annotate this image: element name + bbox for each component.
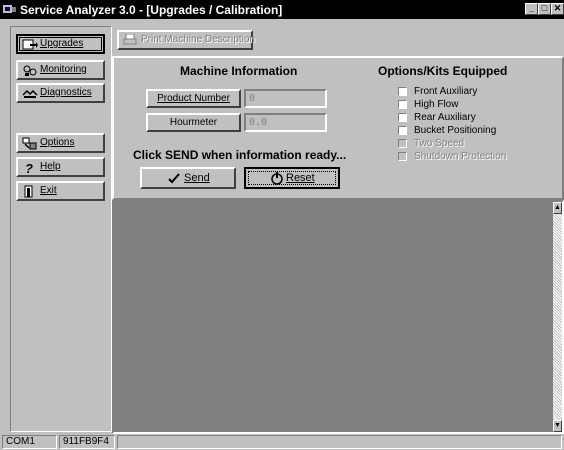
checkmark-icon <box>168 173 180 184</box>
exit-label: Exit <box>40 185 57 196</box>
diagnostics-label: Diagnostics <box>40 87 92 98</box>
upgrade-icon <box>22 39 38 50</box>
checkbox-label: Rear Auxiliary <box>414 112 476 123</box>
status-bar: COM1 911FB9F4 <box>0 434 564 450</box>
hourmeter-button[interactable]: Hourmeter <box>146 113 241 132</box>
checkbox-label: High Flow <box>414 99 459 110</box>
checkbox-box <box>398 152 407 161</box>
exit-icon <box>24 185 33 198</box>
options-icon <box>22 137 37 150</box>
upgrades-button[interactable]: Upgrades <box>16 34 105 54</box>
window-title: Service Analyzer 3.0 - [Upgrades / Calib… <box>20 3 283 17</box>
status-id: 911FB9F4 <box>59 435 115 449</box>
reset-button[interactable]: Reset <box>244 167 340 189</box>
options-button[interactable]: Options <box>16 133 105 153</box>
status-message <box>117 435 562 449</box>
send-label: Send <box>184 172 210 184</box>
checkbox-box <box>398 126 407 135</box>
product-number-button[interactable]: Product Number <box>146 89 241 108</box>
options-kits-heading: Options/Kits Equipped <box>378 64 508 78</box>
close-button[interactable]: ✕ <box>551 3 564 15</box>
hourmeter-field[interactable]: 0.0 <box>244 113 327 132</box>
diagnostics-button[interactable]: Diagnostics <box>16 83 105 103</box>
checkbox-label: Front Auxiliary <box>414 86 478 97</box>
svg-text:?: ? <box>25 161 33 174</box>
checkbox-box <box>398 139 407 148</box>
help-label: Help <box>40 161 61 172</box>
reset-label: Reset <box>286 172 315 184</box>
hourmeter-label: Hourmeter <box>169 117 218 128</box>
diagnostic-icon <box>22 89 38 98</box>
app-icon <box>3 5 16 13</box>
reset-icon <box>271 172 283 185</box>
output-area[interactable]: ▲ ▼ <box>112 200 564 434</box>
maximize-button[interactable]: □ <box>538 3 551 15</box>
monitor-icon <box>23 65 37 76</box>
product-number-label: Product Number <box>157 93 230 104</box>
app-window: Service Analyzer 3.0 - [Upgrades / Calib… <box>0 0 564 450</box>
title-bar: Service Analyzer 3.0 - [Upgrades / Calib… <box>0 0 564 19</box>
checkbox-label: Bucket Positioning <box>414 125 497 136</box>
exit-button[interactable]: Exit <box>16 181 105 201</box>
checkbox-label: Shutdown Protection <box>414 151 507 162</box>
checkbox-box <box>398 113 407 122</box>
scroll-down-arrow[interactable]: ▼ <box>553 420 562 432</box>
send-button[interactable]: Send <box>140 167 236 189</box>
status-port: COM1 <box>2 435 57 449</box>
print-description-button[interactable]: Print Machine Description <box>117 30 255 50</box>
monitoring-label: Monitoring <box>40 64 87 75</box>
print-icon <box>123 34 137 45</box>
minimize-button[interactable]: _ <box>525 3 538 15</box>
product-number-field[interactable]: 0 <box>244 89 327 108</box>
upgrades-label: Upgrades <box>40 38 84 49</box>
vertical-scrollbar[interactable]: ▲ ▼ <box>553 202 562 432</box>
help-button[interactable]: ? Help <box>16 157 105 177</box>
scroll-up-arrow[interactable]: ▲ <box>553 202 562 214</box>
help-icon: ? <box>25 161 33 174</box>
checkbox-box <box>398 87 407 96</box>
monitoring-button[interactable]: Monitoring <box>16 60 105 80</box>
checkbox-label: Two Speed <box>414 138 465 149</box>
send-prompt: Click SEND when information ready... <box>133 148 347 162</box>
machine-info-heading: Machine Information <box>180 64 298 78</box>
checkbox-box <box>398 100 407 109</box>
print-description-label: Print Machine Description <box>141 34 255 45</box>
options-label: Options <box>40 137 75 148</box>
